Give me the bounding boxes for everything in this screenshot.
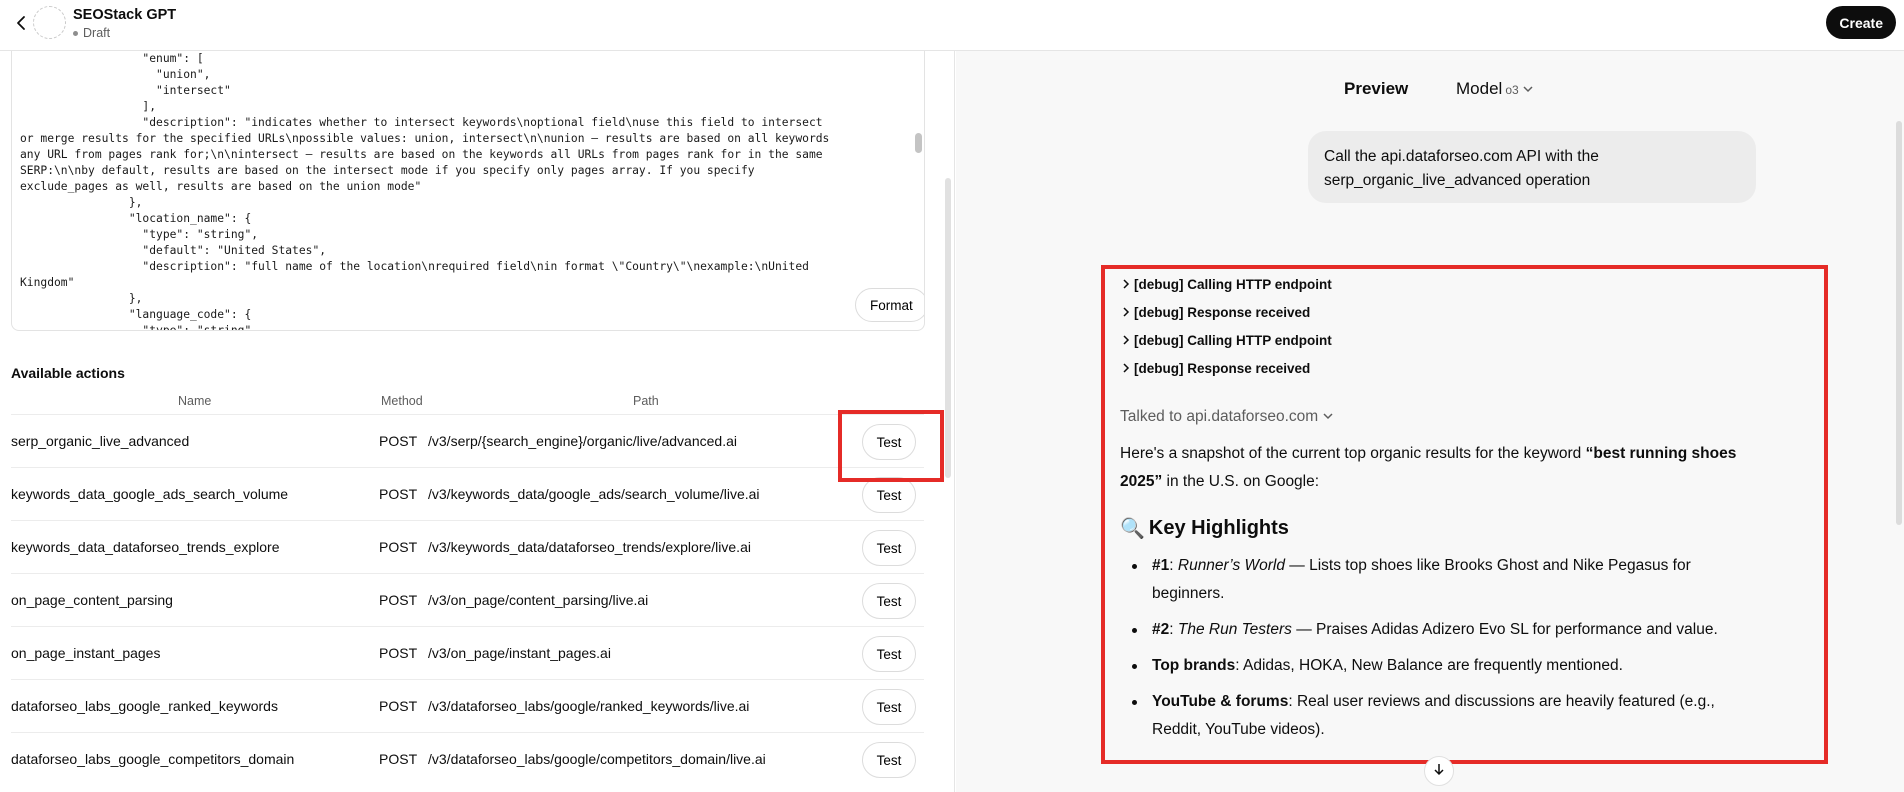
schema-scrollbar[interactable]	[915, 133, 922, 153]
chevron-down-icon	[1522, 79, 1534, 99]
schema-code-line: "intersect"	[20, 84, 231, 97]
preview-heading: Preview	[1344, 79, 1409, 98]
highlight-box-response	[1101, 265, 1828, 764]
test-button[interactable]: Test	[862, 530, 916, 566]
action-row: serp_organic_live_advanced POST/v3/serp/{…	[11, 414, 924, 467]
schema-code-line: },	[20, 292, 143, 305]
action-row: dataforseo_labs_google_ranked_keywords PO…	[11, 679, 924, 732]
model-value: o3	[1505, 83, 1519, 97]
create-button[interactable]: Create	[1826, 6, 1896, 39]
test-button[interactable]: Test	[862, 689, 916, 725]
action-method: POST	[379, 751, 418, 767]
action-name: dataforseo_labs_google_ranked_keywords	[11, 698, 278, 714]
action-name: on_page_instant_pages	[11, 645, 161, 661]
test-button[interactable]: Test	[862, 636, 916, 672]
schema-code-line: "union",	[20, 68, 211, 81]
column-header-path: Path	[633, 394, 659, 408]
highlight-box-test-button	[838, 410, 944, 482]
schema-code-line: "type": "string",	[20, 324, 259, 331]
arrow-down-icon	[1433, 762, 1445, 781]
column-header-name: Name	[178, 394, 212, 408]
action-method: POST	[379, 433, 418, 449]
scroll-down-button[interactable]	[1424, 756, 1454, 786]
action-name: keywords_data_dataforseo_trends_explore	[11, 539, 280, 555]
schema-code-line: Kingdom"	[20, 276, 75, 289]
action-path: /v3/keywords_data/google_ads/search_volu…	[428, 486, 760, 502]
gpt-name: SEOStack GPT	[73, 7, 177, 23]
preview-scrollbar[interactable]	[1896, 121, 1902, 525]
schema-code-line: "language_code": {	[20, 308, 252, 321]
status-dot-icon	[73, 30, 78, 36]
schema-code-line: or merge results for the specified URLs\…	[20, 132, 830, 145]
schema-code-line: "description": "indicates whether to int…	[20, 116, 823, 129]
action-path: /v3/on_page/instant_pages.ai	[428, 645, 611, 661]
schema-code-line: },	[20, 196, 143, 209]
preview-pane: Preview Model o3 Call the api.dataforseo…	[956, 51, 1904, 792]
action-row: on_page_instant_pages POST/v3/on_page/ins…	[11, 626, 924, 679]
schema-code-line: "enum": [	[20, 52, 204, 65]
action-name: on_page_content_parsing	[11, 592, 173, 608]
action-row: keywords_data_dataforseo_trends_explore P…	[11, 520, 924, 573]
action-row: dataforseo_labs_google_competitors_domai…	[11, 732, 924, 785]
action-method: POST	[379, 645, 418, 661]
schema-code-line: "description": "full name of the locatio…	[20, 260, 809, 273]
action-method: POST	[379, 539, 418, 555]
action-name: dataforseo_labs_google_competitors_domai…	[11, 751, 295, 767]
action-row: on_page_content_parsing POST/v3/on_page/c…	[11, 573, 924, 626]
action-name: serp_organic_live_advanced	[11, 433, 190, 449]
test-button[interactable]: Test	[862, 742, 916, 778]
schema-code-line: exclude_pages as well, results are based…	[20, 180, 422, 193]
action-method: POST	[379, 592, 418, 608]
gpt-status: Draft	[73, 26, 110, 40]
action-path: /v3/serp/{search_engine}/organic/live/ad…	[428, 433, 737, 449]
action-path: /v3/dataforseo_labs/google/ranked_keywor…	[428, 698, 750, 714]
resize-handle-icon[interactable]	[922, 317, 924, 327]
schema-code-line: ],	[20, 100, 157, 113]
model-selector[interactable]: Model o3	[1456, 79, 1534, 99]
test-button[interactable]: Test	[862, 583, 916, 619]
status-text: Draft	[83, 26, 111, 40]
chevron-left-icon	[15, 15, 27, 36]
top-bar: SEOStack GPT Draft Create	[0, 0, 1904, 51]
schema-code-line: any URL from pages rank for;\n\nintersec…	[20, 148, 823, 161]
model-label: Model	[1456, 79, 1503, 98]
action-row: keywords_data_google_ads_search_volume PO…	[11, 467, 924, 520]
schema-code-text[interactable]: "enum": [ "union", "intersect" ], "descr…	[20, 51, 906, 331]
available-actions-heading: Available actions	[11, 365, 125, 381]
action-path: /v3/dataforseo_labs/google/competitors_d…	[428, 751, 766, 767]
gpt-avatar-placeholder[interactable]	[33, 6, 66, 39]
action-path: /v3/keywords_data/dataforseo_trends/expl…	[428, 539, 751, 555]
test-button[interactable]: Test	[862, 477, 916, 513]
user-message-bubble: Call the api.dataforseo.com API with the…	[1308, 131, 1756, 203]
action-method: POST	[379, 698, 418, 714]
schema-code-line: SERP:\n\nby default, results are based o…	[20, 164, 755, 177]
left-pane-scrollbar[interactable]	[945, 178, 951, 478]
schema-editor[interactable]: "enum": [ "union", "intersect" ], "descr…	[11, 51, 925, 331]
format-button[interactable]: Format	[855, 288, 924, 322]
schema-code-line: "location_name": {	[20, 212, 252, 225]
schema-code-line: "type": "string",	[20, 228, 259, 241]
action-method: POST	[379, 486, 418, 502]
configure-pane: "enum": [ "union", "intersect" ], "descr…	[0, 51, 955, 792]
column-header-method: Method	[381, 394, 423, 408]
actions-table: serp_organic_live_advanced POST/v3/serp/{…	[11, 414, 924, 785]
action-path: /v3/on_page/content_parsing/live.ai	[428, 592, 649, 608]
schema-code-line: "default": "United States",	[20, 244, 327, 257]
action-name: keywords_data_google_ads_search_volume	[11, 486, 289, 502]
back-button[interactable]	[8, 12, 34, 38]
